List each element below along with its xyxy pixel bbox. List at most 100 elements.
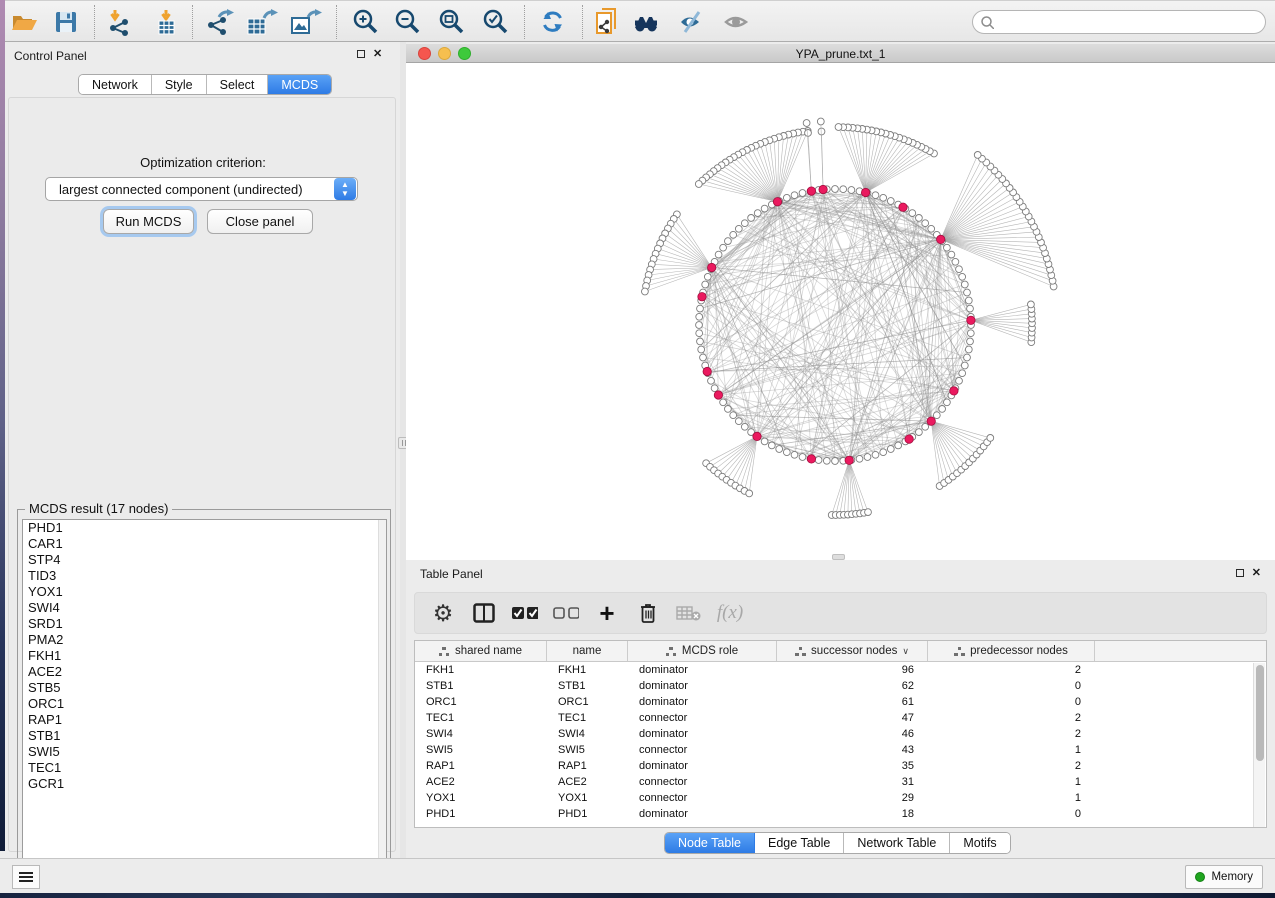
- zoom-fit-icon[interactable]: [436, 7, 468, 37]
- table-header-row: shared namenameMCDS rolesuccessor nodes∨…: [415, 641, 1266, 662]
- table-cell: ACE2: [547, 774, 628, 790]
- float-panel-icon[interactable]: [357, 50, 365, 58]
- mcds-result-item[interactable]: SWI5: [23, 744, 386, 760]
- delete-column-icon[interactable]: [635, 602, 661, 624]
- optimization-criterion-select[interactable]: largest connected component (undirected)…: [45, 177, 358, 201]
- scrollbar-thumb[interactable]: [1256, 665, 1264, 761]
- tab-style[interactable]: Style: [152, 75, 207, 94]
- float-table-panel-icon[interactable]: [1236, 569, 1244, 577]
- network-graph[interactable]: [406, 63, 1275, 560]
- select-stepper-icon: ▲▼: [334, 178, 356, 200]
- close-table-panel-icon[interactable]: ✕: [1252, 569, 1261, 577]
- close-panel-icon[interactable]: ✕: [373, 50, 382, 58]
- network-window-titlebar[interactable]: YPA_prune.txt_1: [406, 44, 1275, 63]
- table-row[interactable]: SWI4SWI4dominator462: [415, 726, 1266, 742]
- mcds-result-item[interactable]: GCR1: [23, 776, 386, 792]
- table-row[interactable]: ACE2ACE2connector311: [415, 774, 1266, 790]
- mcds-result-item[interactable]: FKH1: [23, 648, 386, 664]
- tab-select[interactable]: Select: [207, 75, 269, 94]
- memory-status-icon: [1195, 872, 1205, 882]
- mcds-result-item[interactable]: PMA2: [23, 632, 386, 648]
- search-network-icon[interactable]: [633, 7, 665, 37]
- export-image-icon[interactable]: [290, 7, 322, 37]
- select-all-columns-icon[interactable]: [512, 606, 538, 620]
- table-row[interactable]: FKH1FKH1dominator962: [415, 662, 1266, 678]
- tab-node-table[interactable]: Node Table: [665, 833, 755, 853]
- network-canvas[interactable]: [406, 63, 1275, 560]
- table-cell: dominator: [628, 662, 777, 678]
- mcds-result-item[interactable]: SRD1: [23, 616, 386, 632]
- table-cell: ACE2: [415, 774, 547, 790]
- horizontal-splitter-handle[interactable]: [832, 554, 845, 560]
- delete-table-icon: [676, 605, 702, 621]
- table-cell: RAP1: [547, 758, 628, 774]
- export-network-icon[interactable]: [204, 7, 236, 37]
- mcds-result-item[interactable]: TEC1: [23, 760, 386, 776]
- table-scrollbar[interactable]: [1253, 663, 1265, 827]
- share-document-icon[interactable]: [592, 7, 624, 37]
- table-cell: 2: [928, 662, 1095, 678]
- table-cell: 1: [928, 790, 1095, 806]
- run-mcds-button[interactable]: Run MCDS: [103, 209, 194, 234]
- import-network-icon[interactable]: [104, 7, 136, 37]
- table-cell: dominator: [628, 726, 777, 742]
- mcds-result-item[interactable]: SWI4: [23, 600, 386, 616]
- mcds-result-item[interactable]: STB5: [23, 680, 386, 696]
- zoom-out-icon[interactable]: [392, 7, 424, 37]
- mcds-result-item[interactable]: ORC1: [23, 696, 386, 712]
- table-row[interactable]: ORC1ORC1dominator610: [415, 694, 1266, 710]
- mcds-result-item[interactable]: YOX1: [23, 584, 386, 600]
- open-folder-icon[interactable]: [8, 7, 40, 37]
- mcds-result-item[interactable]: CAR1: [23, 536, 386, 552]
- column-header-shared-name[interactable]: shared name: [415, 641, 547, 661]
- search-box[interactable]: [972, 10, 1266, 34]
- table-row[interactable]: TEC1TEC1connector472: [415, 710, 1266, 726]
- table-row[interactable]: RAP1RAP1dominator352: [415, 758, 1266, 774]
- mcds-result-item[interactable]: TID3: [23, 568, 386, 584]
- export-table-icon[interactable]: [246, 7, 278, 37]
- tab-motifs[interactable]: Motifs: [950, 833, 1009, 853]
- column-view-icon[interactable]: [471, 603, 497, 623]
- table-panel-tabs: Node TableEdge TableNetwork TableMotifs: [664, 832, 1011, 854]
- mcds-result-item[interactable]: RAP1: [23, 712, 386, 728]
- table-row[interactable]: SWI5SWI5connector431: [415, 742, 1266, 758]
- table-cell: RAP1: [415, 758, 547, 774]
- gear-icon[interactable]: ⚙: [430, 600, 456, 627]
- deselect-all-columns-icon[interactable]: [553, 606, 579, 620]
- save-icon[interactable]: [50, 7, 82, 37]
- tab-mcds[interactable]: MCDS: [268, 75, 331, 94]
- column-header-predecessor-nodes[interactable]: predecessor nodes: [928, 641, 1095, 661]
- table-cell: connector: [628, 774, 777, 790]
- node-table[interactable]: shared namenameMCDS rolesuccessor nodes∨…: [414, 640, 1267, 828]
- mcds-result-item[interactable]: PHD1: [23, 520, 386, 536]
- refresh-icon[interactable]: [537, 7, 569, 37]
- tab-network[interactable]: Network: [79, 75, 152, 94]
- mcds-tab-content: Optimization criterion: largest connecte…: [8, 97, 396, 852]
- table-row[interactable]: YOX1YOX1connector291: [415, 790, 1266, 806]
- mcds-result-item[interactable]: STP4: [23, 552, 386, 568]
- mcds-result-item[interactable]: STB1: [23, 728, 386, 744]
- mcds-result-item[interactable]: ACE2: [23, 664, 386, 680]
- column-header-successor-nodes[interactable]: successor nodes∨: [777, 641, 928, 661]
- close-panel-button[interactable]: Close panel: [207, 209, 313, 234]
- tab-network-table[interactable]: Network Table: [844, 833, 950, 853]
- tab-edge-table[interactable]: Edge Table: [755, 833, 844, 853]
- add-column-icon[interactable]: +: [594, 603, 620, 623]
- mcds-result-list[interactable]: PHD1CAR1STP4TID3YOX1SWI4SRD1PMA2FKH1ACE2…: [22, 519, 387, 876]
- import-table-icon[interactable]: [150, 7, 182, 37]
- task-history-button[interactable]: [12, 865, 40, 889]
- status-bar: Memory: [0, 858, 1275, 893]
- memory-button[interactable]: Memory: [1185, 865, 1263, 889]
- hide-selected-icon[interactable]: [676, 7, 708, 37]
- zoom-in-icon[interactable]: [350, 7, 382, 37]
- column-header-name[interactable]: name: [547, 641, 628, 661]
- column-header-MCDS-role[interactable]: MCDS role: [628, 641, 777, 661]
- table-panel: Table Panel ✕ ⚙ + f(x) shared namenameMC…: [406, 562, 1275, 858]
- search-input[interactable]: [1000, 15, 1265, 29]
- zoom-selected-icon[interactable]: [480, 7, 512, 37]
- list-scrollbar[interactable]: [378, 520, 386, 875]
- control-panel: Control Panel ✕ NetworkStyleSelectMCDS O…: [5, 42, 400, 858]
- table-row[interactable]: PHD1PHD1dominator180: [415, 806, 1266, 822]
- main-toolbar: [0, 0, 1275, 42]
- table-row[interactable]: STB1STB1dominator620: [415, 678, 1266, 694]
